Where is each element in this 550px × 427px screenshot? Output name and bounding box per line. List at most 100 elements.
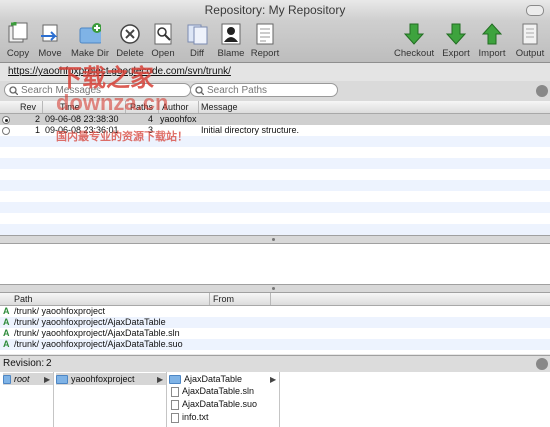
item-label: info.txt	[182, 412, 209, 422]
col-message[interactable]: Message	[201, 102, 238, 112]
list-item[interactable]: AjaxDataTable	[169, 373, 242, 385]
checkout-icon	[403, 23, 425, 45]
path-action: A	[3, 306, 10, 316]
message-area[interactable]	[0, 244, 550, 284]
col-author[interactable]: Author	[162, 102, 189, 112]
paths-table: Path From A /trunk/ yaoohfoxproject A /t…	[0, 293, 550, 354]
refresh-icon[interactable]	[536, 85, 548, 97]
log-table: Rev Time Paths Author Message 2 09-06-08…	[0, 101, 550, 235]
row-paths: 3	[148, 125, 154, 135]
path-value: /trunk/ yaoohfoxproject/AjaxDataTable.su…	[14, 339, 183, 349]
path-value: /trunk/ yaoohfoxproject/AjaxDataTable.sl…	[14, 328, 180, 338]
export-label: Export	[442, 48, 470, 59]
output-icon	[522, 23, 538, 45]
revision-label: Revision:	[3, 358, 45, 369]
repository-url[interactable]: https://yaoohfoxproject.googlecode.com/s…	[8, 66, 231, 77]
make-dir-button[interactable]: Make Dir	[70, 22, 110, 59]
chevron-right-icon: ▶	[44, 375, 51, 384]
path-action: A	[3, 339, 10, 349]
report-button[interactable]: Report	[245, 22, 285, 59]
splitter-handle[interactable]	[0, 284, 550, 293]
table-row[interactable]: 1 09-06-08 23:36:01 3 Initial directory …	[0, 125, 550, 136]
open-icon	[154, 23, 172, 45]
output-button[interactable]: Output	[510, 22, 550, 59]
search-paths-field[interactable]: Search Paths	[190, 83, 338, 97]
root-icon	[3, 375, 11, 385]
table-row[interactable]: A /trunk/ yaoohfoxproject/AjaxDataTable	[0, 317, 550, 328]
import-button[interactable]: Import	[472, 22, 512, 59]
row-time: 09-06-08 23:36:01	[45, 125, 119, 135]
revision-value[interactable]: 2	[46, 358, 52, 369]
folder-icon	[56, 375, 68, 385]
row-rev: 2	[35, 114, 41, 124]
col-path[interactable]: Path	[14, 294, 33, 304]
row-rev: 1	[35, 125, 41, 135]
item-label: yaoohfoxproject	[71, 374, 135, 384]
item-label: AjaxDataTable.sln	[182, 386, 255, 396]
row-author: yaoohfox	[160, 114, 197, 124]
make-dir-icon	[79, 23, 101, 44]
output-label: Output	[515, 48, 545, 59]
table-row[interactable]: A /trunk/ yaoohfoxproject/AjaxDataTable.…	[0, 328, 550, 339]
make-dir-label: Make Dir	[70, 48, 109, 59]
search-bar: Search Messages Search Paths	[0, 81, 550, 102]
open-label: Open	[151, 48, 175, 59]
move-label: Move	[38, 48, 62, 59]
col-time[interactable]: Time	[60, 102, 80, 112]
chevron-right-icon: ▶	[157, 375, 164, 384]
row-radio[interactable]	[2, 116, 10, 124]
list-item[interactable]: info.txt	[171, 411, 209, 423]
move-button[interactable]: Move	[30, 22, 70, 59]
search-icon	[9, 86, 18, 95]
row-time: 09-06-08 23:38:30	[45, 114, 119, 124]
search-paths-placeholder: Search Paths	[207, 85, 268, 96]
table-row[interactable]: 2 09-06-08 23:38:30 4 yaoohfox	[0, 114, 550, 125]
table-row[interactable]: A /trunk/ yaoohfoxproject/AjaxDataTable.…	[0, 339, 550, 350]
import-label: Import	[478, 48, 506, 59]
diff-icon	[187, 24, 208, 45]
diff-label: Diff	[189, 48, 205, 59]
path-action: A	[3, 328, 10, 338]
col-rev[interactable]: Rev	[20, 102, 36, 112]
blame-icon	[221, 23, 241, 45]
path-value: /trunk/ yaoohfoxproject/AjaxDataTable	[14, 317, 166, 327]
table-row[interactable]: A /trunk/ yaoohfoxproject	[0, 306, 550, 317]
item-label: root	[14, 374, 30, 384]
export-button[interactable]: Export	[436, 22, 476, 59]
col-paths[interactable]: Paths	[130, 102, 153, 112]
item-label: AjaxDataTable.suo	[182, 399, 258, 409]
delete-label: Delete	[116, 48, 144, 59]
list-item[interactable]: yaoohfoxproject	[56, 373, 166, 385]
window-title: Repository: My Repository	[204, 3, 346, 17]
search-icon	[195, 86, 204, 95]
search-messages-field[interactable]: Search Messages	[4, 83, 191, 97]
delete-icon	[120, 24, 140, 44]
report-label: Report	[250, 48, 280, 59]
paths-table-header: Path From	[0, 293, 550, 306]
col-from[interactable]: From	[213, 294, 234, 304]
chevron-right-icon: ▶	[270, 375, 277, 384]
file-icon	[171, 386, 179, 397]
window-title-bar: Repository: My Repository	[0, 0, 550, 21]
window-zoom-button[interactable]	[526, 5, 544, 16]
row-message: Initial directory structure.	[201, 125, 300, 135]
row-paths: 4	[148, 114, 154, 124]
checkout-button[interactable]: Checkout	[394, 22, 434, 59]
search-messages-placeholder: Search Messages	[21, 85, 102, 96]
file-icon	[171, 399, 179, 410]
refresh-icon[interactable]	[536, 358, 548, 370]
splitter-handle[interactable]	[0, 235, 550, 244]
toolbar: Copy Move Make Dir Delete Open Diff Blam	[0, 20, 550, 63]
import-icon	[481, 23, 503, 45]
row-radio[interactable]	[2, 127, 10, 135]
report-icon	[256, 23, 274, 45]
folder-icon	[169, 375, 181, 385]
path-value: /trunk/ yaoohfoxproject	[14, 306, 106, 316]
checkout-label: Checkout	[394, 48, 435, 59]
browser-column: root ▶	[0, 372, 54, 427]
browser-column: AjaxDataTable ▶ AjaxDataTable.sln AjaxDa…	[167, 372, 280, 427]
log-table-header: Rev Time Paths Author Message	[0, 101, 550, 114]
list-item[interactable]: AjaxDataTable.suo	[171, 398, 257, 410]
blame-label: Blame	[217, 48, 245, 59]
list-item[interactable]: AjaxDataTable.sln	[171, 385, 254, 397]
